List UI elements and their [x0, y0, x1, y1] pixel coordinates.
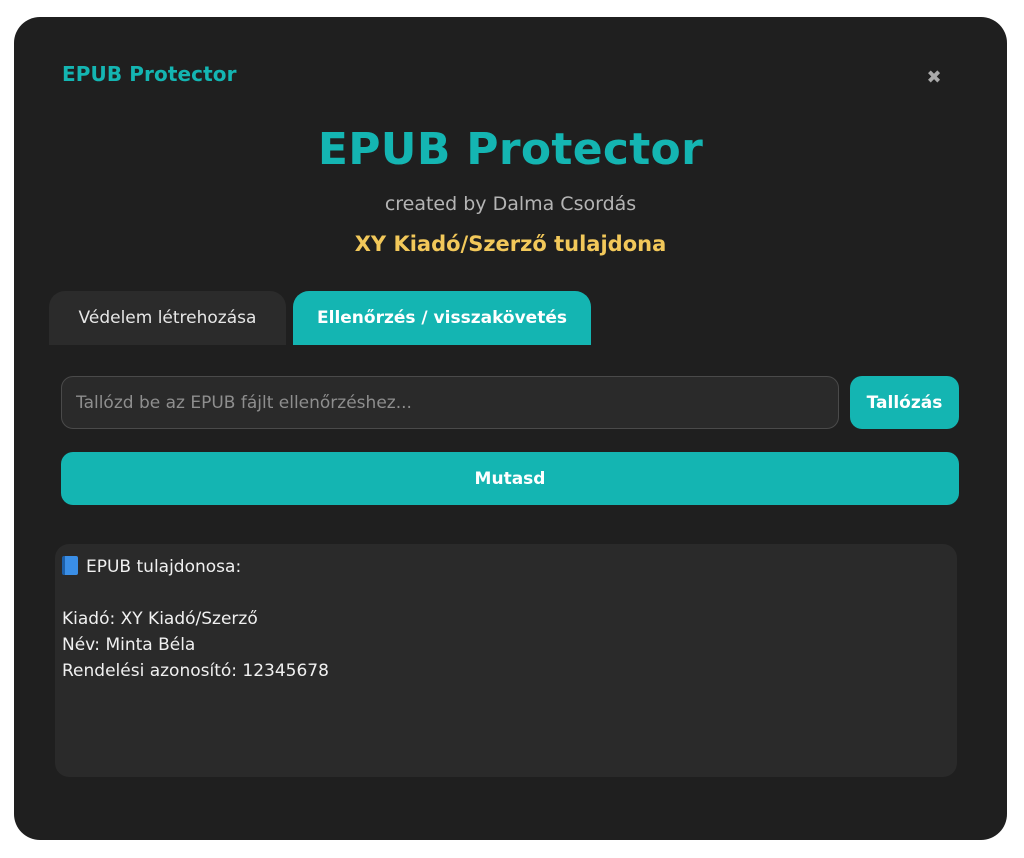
- book-icon: [62, 556, 78, 575]
- author-credit: created by Dalma Csordás: [384, 193, 637, 215]
- result-order-id: Rendelési azonosító: 12345678: [62, 661, 329, 681]
- tab-verify-trace[interactable]: Ellenőrzés / visszakövetés: [293, 291, 591, 345]
- window-title: EPUB Protector: [62, 62, 237, 86]
- show-button[interactable]: Mutasd: [61, 452, 959, 505]
- result-heading-line: EPUB tulajdonosa:: [62, 554, 950, 580]
- close-icon[interactable]: ✖: [922, 65, 946, 89]
- app-window: EPUB Protector ✖ EPUB Protector created …: [14, 17, 1007, 840]
- browse-button[interactable]: Tallózás: [850, 376, 959, 429]
- tab-create-protection[interactable]: Védelem létrehozása: [49, 291, 286, 345]
- app-heading: EPUB Protector: [317, 124, 704, 175]
- owner-label: XY Kiadó/Szerző tulajdona: [354, 232, 667, 256]
- result-name: Név: Minta Béla: [62, 635, 196, 655]
- result-line: [62, 580, 950, 606]
- result-heading: EPUB tulajdonosa:: [86, 557, 242, 577]
- epub-file-path-input[interactable]: [61, 376, 839, 429]
- result-output: EPUB tulajdonosa: Kiadó: XY Kiadó/Szerző…: [55, 544, 957, 777]
- result-publisher: Kiadó: XY Kiadó/Szerző: [62, 609, 258, 629]
